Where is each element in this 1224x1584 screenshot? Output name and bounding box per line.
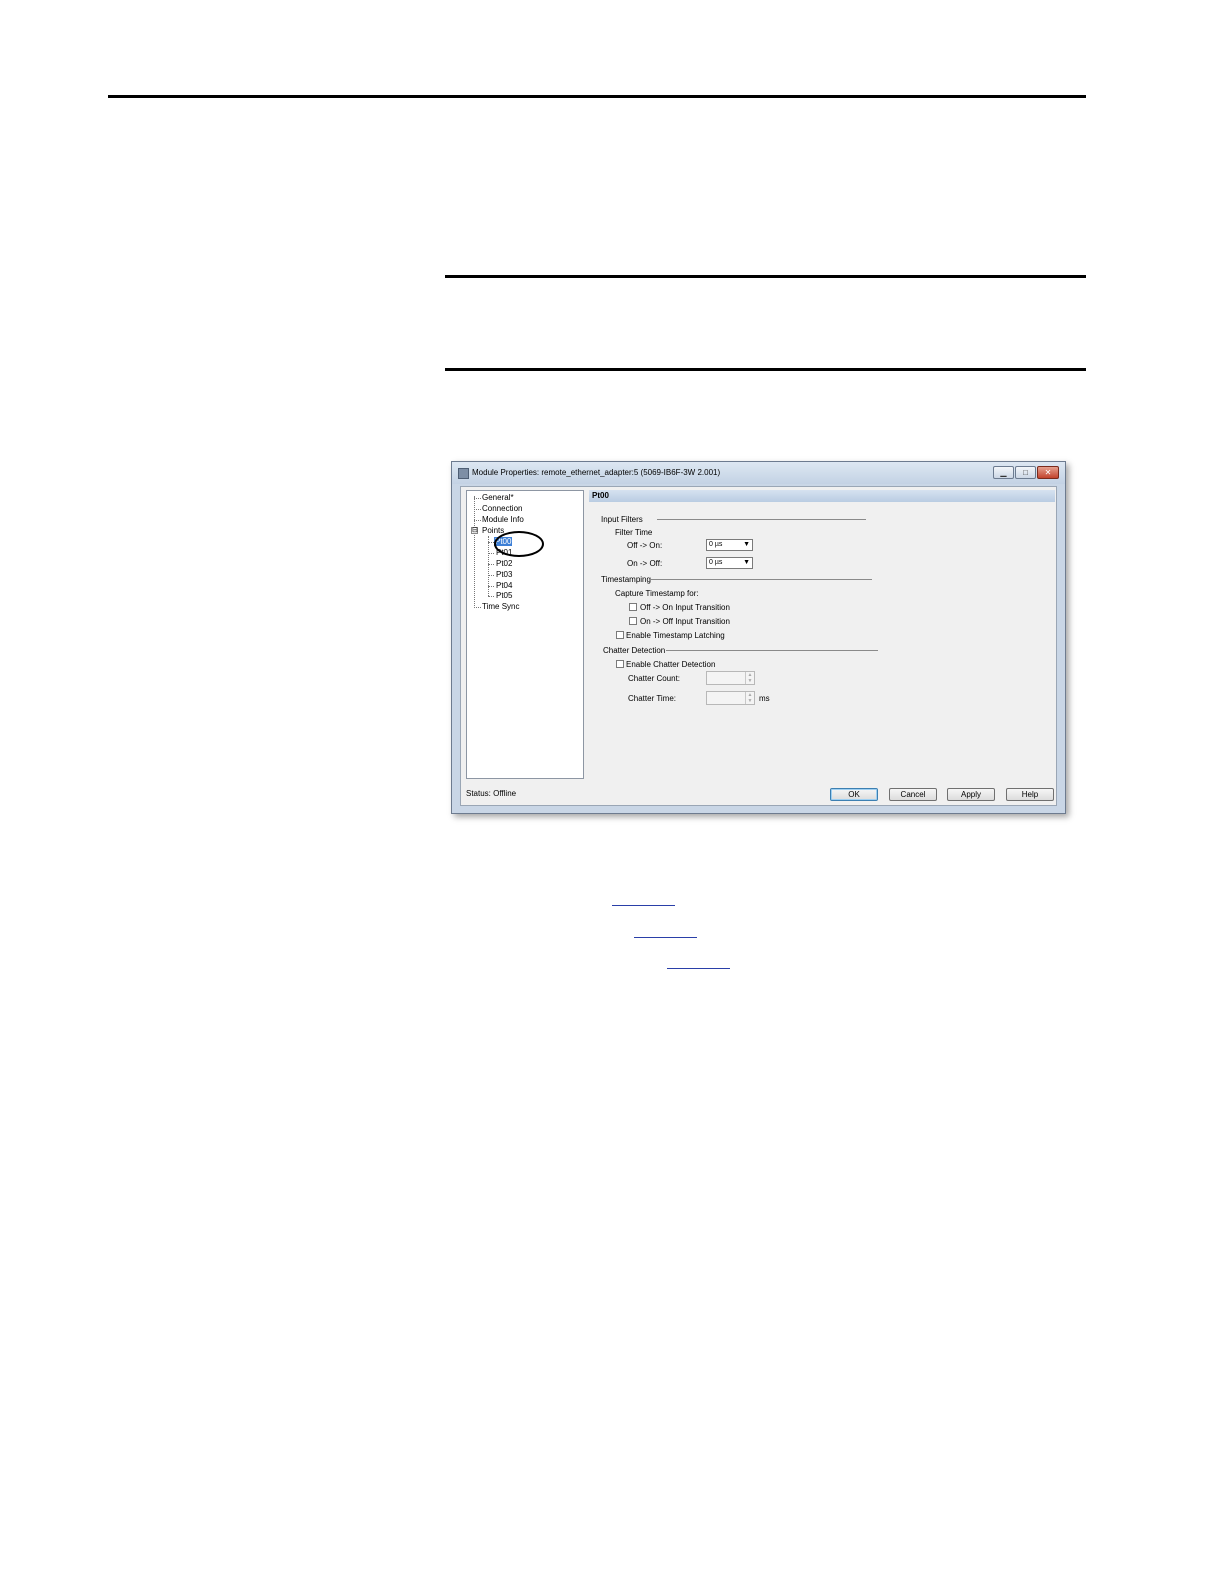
tree-item-pt04[interactable]: Pt04: [496, 581, 512, 590]
off-on-filter-value: 0 µs: [709, 541, 723, 548]
header-rule: [108, 95, 1086, 98]
panel-header: Pt00: [589, 490, 1055, 502]
timestamp-latching-label: Enable Timestamp Latching: [626, 631, 725, 640]
apply-button[interactable]: Apply: [947, 788, 995, 801]
on-off-filter-value: 0 µs: [709, 559, 723, 566]
link-underline[interactable]: [612, 905, 675, 906]
tree-item-connection[interactable]: Connection: [482, 504, 522, 513]
module-properties-dialog: Module Properties: remote_ethernet_adapt…: [451, 461, 1066, 814]
chatter-time-label: Chatter Time:: [628, 694, 677, 703]
tree-guide: [488, 553, 494, 554]
tree-item-pt02[interactable]: Pt02: [496, 559, 512, 568]
capture-on-off-checkbox[interactable]: [629, 617, 637, 625]
tree-guide: [474, 509, 481, 510]
group-divider: [666, 650, 878, 651]
minimize-button[interactable]: ▁: [993, 466, 1014, 479]
dropdown-arrow-icon: ▼: [743, 541, 750, 548]
callout-circle: [494, 531, 544, 557]
tree-item-general[interactable]: General*: [482, 493, 514, 502]
capture-timestamp-label: Capture Timestamp for:: [615, 589, 699, 598]
tree-item-pt05[interactable]: Pt05: [496, 591, 512, 600]
cancel-button[interactable]: Cancel: [889, 788, 937, 801]
group-divider: [657, 519, 866, 520]
group-divider: [649, 579, 872, 580]
tree-guide: [474, 607, 481, 608]
tree-item-time-sync[interactable]: Time Sync: [482, 602, 520, 611]
collapse-icon[interactable]: ⊟: [471, 527, 478, 534]
on-off-label: On -> Off:: [627, 559, 663, 568]
tree-guide: [474, 496, 475, 606]
chatter-time-input[interactable]: ▲ ▼: [706, 691, 755, 705]
on-off-filter-select[interactable]: 0 µs ▼: [706, 557, 753, 569]
dialog-client: General* Connection Module Info ⊟ Points…: [460, 486, 1057, 806]
filter-time-label: Filter Time: [615, 528, 653, 537]
enable-chatter-checkbox[interactable]: [616, 660, 624, 668]
note-top-rule: [445, 275, 1086, 278]
timestamp-latching-checkbox[interactable]: [616, 631, 624, 639]
status-text: Status: Offline: [466, 789, 517, 798]
link-underline[interactable]: [667, 968, 730, 969]
chatter-count-input[interactable]: ▲ ▼: [706, 671, 755, 685]
capture-on-off-label: On -> Off Input Transition: [640, 617, 730, 626]
ok-button[interactable]: OK: [830, 788, 878, 801]
spin-down-icon: ▼: [745, 678, 754, 684]
timestamping-heading: Timestamping: [601, 575, 651, 584]
tree-guide: [488, 596, 494, 597]
tree-item-module-info[interactable]: Module Info: [482, 515, 524, 524]
spin-down-icon: ▼: [745, 698, 754, 704]
tree-guide: [488, 575, 494, 576]
app-icon: [458, 468, 469, 479]
help-button[interactable]: Help: [1006, 788, 1054, 801]
dropdown-arrow-icon: ▼: [743, 559, 750, 566]
enable-chatter-label: Enable Chatter Detection: [626, 660, 716, 669]
capture-off-on-checkbox[interactable]: [629, 603, 637, 611]
tree-guide: [488, 536, 489, 596]
tree-guide: [488, 586, 494, 587]
chatter-time-unit: ms: [759, 694, 770, 703]
chatter-count-label: Chatter Count:: [628, 674, 681, 683]
capture-off-on-label: Off -> On Input Transition: [640, 603, 730, 612]
maximize-button[interactable]: □: [1015, 466, 1036, 479]
input-filters-heading: Input Filters: [601, 515, 643, 524]
title-bar: Module Properties: remote_ethernet_adapt…: [452, 462, 1065, 484]
tree-item-pt03[interactable]: Pt03: [496, 570, 512, 579]
category-tree: General* Connection Module Info ⊟ Points…: [466, 490, 584, 779]
off-on-label: Off -> On:: [627, 541, 663, 550]
note-bottom-rule: [445, 368, 1086, 371]
tree-guide: [474, 520, 481, 521]
tree-guide: [488, 564, 494, 565]
close-button[interactable]: ✕: [1037, 466, 1059, 479]
chatter-detection-heading: Chatter Detection: [603, 646, 666, 655]
link-underline[interactable]: [634, 937, 697, 938]
off-on-filter-select[interactable]: 0 µs ▼: [706, 539, 753, 551]
tree-guide: [474, 498, 481, 499]
dialog-title: Module Properties: remote_ethernet_adapt…: [472, 468, 721, 477]
